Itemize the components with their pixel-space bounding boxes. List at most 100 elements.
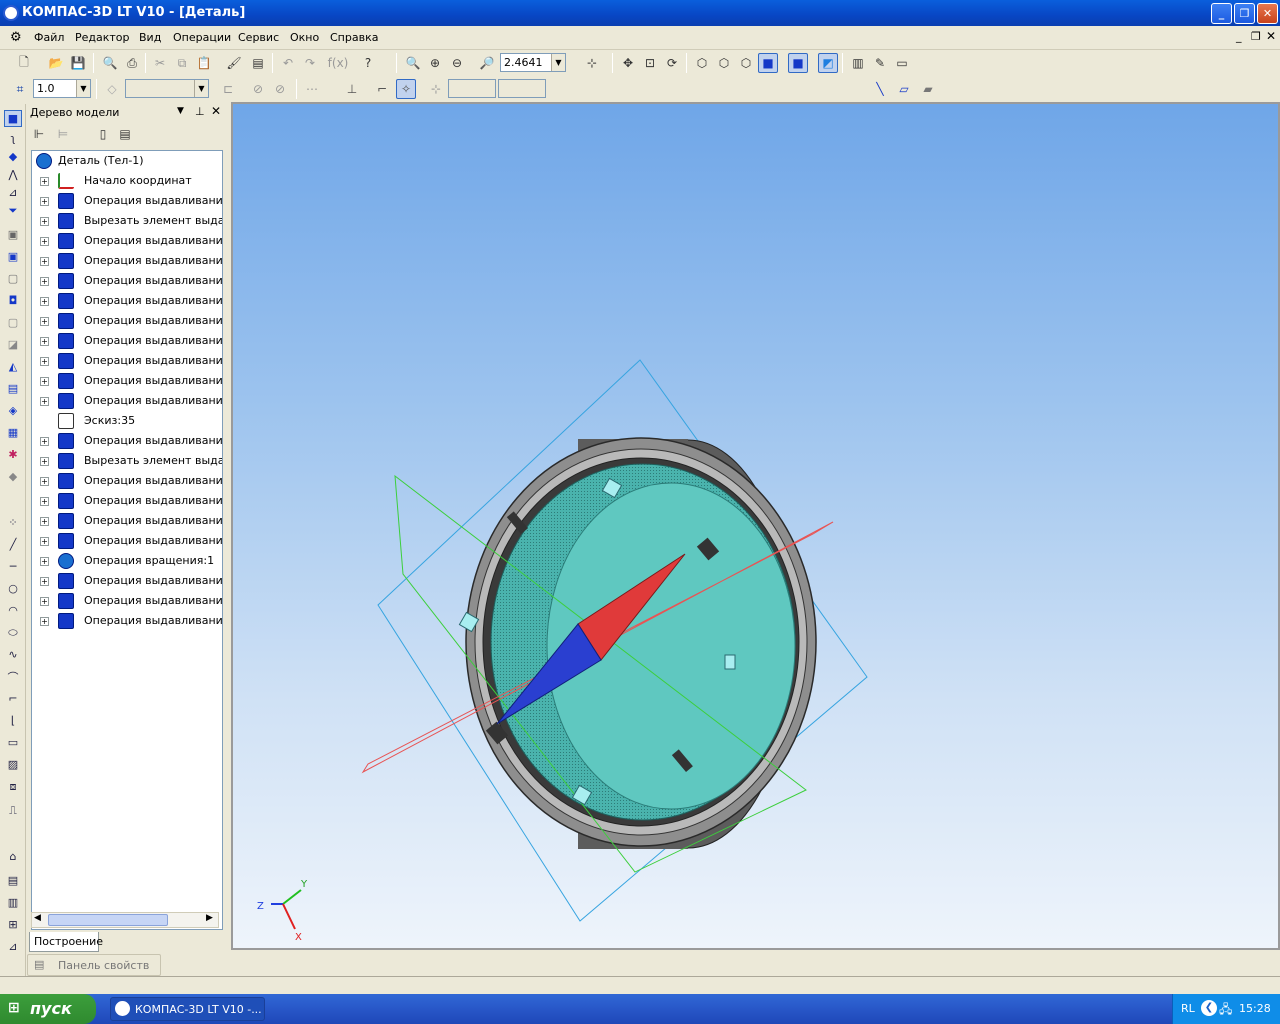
grid-icon[interactable]: ⋯	[302, 79, 322, 99]
mdi-close-icon[interactable]: ✕	[1266, 29, 1276, 43]
cursor-coords-icon[interactable]: ⊹	[426, 79, 446, 99]
expand-icon[interactable]: +	[40, 397, 49, 406]
expand-icon[interactable]: +	[40, 257, 49, 266]
open-file-icon[interactable]: 📂	[46, 53, 66, 73]
tree-item[interactable]: + Начало координат	[32, 171, 222, 191]
tree-item[interactable]: + Операция выдавливания:7	[32, 331, 222, 351]
collect-contour-icon[interactable]: ⎍	[4, 802, 22, 819]
spatial-curves-icon[interactable]: ʅ	[4, 130, 22, 147]
coordinate-system-icon[interactable]: ⊏	[218, 79, 238, 99]
expand-icon[interactable]: +	[40, 277, 49, 286]
line-tool-icon[interactable]: ╲	[870, 79, 890, 99]
new-file-icon[interactable]: 🗋	[14, 53, 34, 73]
layer-combo[interactable]: ▼	[125, 79, 209, 98]
expand-icon[interactable]: +	[40, 377, 49, 386]
kinematic-op-icon[interactable]: ▢	[4, 270, 22, 287]
tree-item[interactable]: + Операция выдавливания:5	[32, 291, 222, 311]
snaps-icon[interactable]: ✧	[396, 79, 416, 99]
menu-window[interactable]: Окно	[290, 31, 319, 44]
copy-icon[interactable]: ⧉	[172, 53, 192, 73]
tree-show-icon[interactable]: ▯	[93, 124, 113, 144]
pin-icon[interactable]: ⊥	[195, 105, 205, 118]
layer-icon[interactable]: ◇	[102, 79, 122, 99]
properties-panel-tab[interactable]: ▤ Панель свойств	[27, 954, 161, 976]
wireframe-icon[interactable]: ⬡	[692, 53, 712, 73]
rotate-icon[interactable]: ⟳	[662, 53, 682, 73]
scroll-left-icon[interactable]: ◀	[34, 913, 41, 923]
expand-icon[interactable]: +	[40, 317, 49, 326]
expand-icon[interactable]: +	[40, 577, 49, 586]
expand-icon[interactable]: +	[40, 497, 49, 506]
chamfer-sketch-icon[interactable]: ⌊	[4, 712, 22, 729]
shell-icon[interactable]: ▤	[4, 380, 22, 397]
expand-icon[interactable]: +	[40, 217, 49, 226]
panel-menu-icon[interactable]: ▼	[177, 106, 184, 116]
model-view[interactable]: Y Z X	[233, 104, 1280, 950]
polyline-icon[interactable]: ⌒	[4, 668, 22, 685]
tree-item[interactable]: + Операция выдавливания:2	[32, 431, 222, 451]
revolve-op-icon[interactable]: ▣	[4, 248, 22, 265]
tree-structure-icon[interactable]: ⊩	[29, 124, 49, 144]
manager-icon[interactable]: ▥	[848, 53, 868, 73]
menu-view[interactable]: Вид	[139, 31, 161, 44]
home-icon[interactable]: ⌂	[4, 848, 22, 865]
fillet-sketch-icon[interactable]: ⌐	[4, 690, 22, 707]
spline-icon[interactable]: ∿	[4, 646, 22, 663]
expand-icon[interactable]: +	[40, 597, 49, 606]
tree-hide-icon[interactable]: ▤	[115, 124, 135, 144]
shaded-icon[interactable]: ■	[758, 53, 778, 73]
arc-icon[interactable]: ◠	[4, 602, 22, 619]
help-pointer-icon[interactable]: ?	[358, 53, 378, 73]
loft-op-icon[interactable]: ◘	[4, 292, 22, 309]
local-cs-icon[interactable]: ⊘	[270, 79, 290, 99]
step-combo[interactable]: 1.0 ▼	[33, 79, 91, 98]
hole-icon[interactable]: ✱	[4, 446, 22, 463]
chamfer-icon[interactable]: ◭	[4, 358, 22, 375]
format-brush-icon[interactable]: 🖌	[224, 53, 244, 73]
perspective-icon[interactable]: ◩	[818, 53, 838, 73]
document-icon[interactable]: ⚙	[10, 30, 22, 45]
dimensions-icon[interactable]: ⊿	[4, 938, 22, 955]
tree-item[interactable]: + Операция выдавливания:3	[32, 611, 222, 631]
surfaces-icon[interactable]: ◆	[4, 148, 22, 165]
taskbar-item[interactable]: КОМПАС-3D LT V10 -...	[110, 997, 265, 1021]
expand-icon[interactable]: +	[40, 517, 49, 526]
tree-item[interactable]: + Операция выдавливания:2	[32, 571, 222, 591]
shaded-edges-icon[interactable]: ■	[788, 53, 808, 73]
filter-icon[interactable]: ⏷	[4, 202, 22, 219]
tree-item[interactable]: + Операция выдавливания:1	[32, 191, 222, 211]
chevron-down-icon[interactable]: ▼	[551, 54, 565, 71]
zoom-window-icon[interactable]: 🔍	[403, 53, 423, 73]
print-icon[interactable]: ⎙	[122, 53, 142, 73]
tree-root[interactable]: Деталь (Тел-1)	[32, 151, 222, 171]
surface-icon[interactable]: ▰	[918, 79, 938, 99]
menu-operations[interactable]: Операции	[173, 31, 231, 44]
point-icon[interactable]: ⁘	[4, 514, 22, 531]
expand-icon[interactable]: +	[40, 197, 49, 206]
hidden-lines-icon[interactable]: ⬡	[714, 53, 734, 73]
tree-item[interactable]: + Операция выдавливания:9	[32, 371, 222, 391]
menu-edit[interactable]: Редактор	[75, 31, 130, 44]
specification-icon[interactable]: ▤	[4, 872, 22, 889]
mdi-restore-icon[interactable]: ❐	[1251, 30, 1261, 43]
tree-item[interactable]: + Операция выдавливания:8	[32, 351, 222, 371]
redo-icon[interactable]: ↷	[300, 53, 320, 73]
chevron-down-icon[interactable]: ▼	[76, 80, 90, 97]
scroll-thumb[interactable]	[48, 914, 168, 926]
tree-item[interactable]: + Операция выдавливания:3	[32, 591, 222, 611]
cut-op-icon[interactable]: ▢	[4, 314, 22, 331]
insert-icon[interactable]: ⊞	[4, 916, 22, 933]
expand-icon[interactable]: +	[40, 297, 49, 306]
expand-icon[interactable]: +	[40, 177, 49, 186]
expand-icon[interactable]: +	[40, 337, 49, 346]
extrude-op-icon[interactable]: ▣	[4, 226, 22, 243]
reports-icon[interactable]: ▥	[4, 894, 22, 911]
menu-file[interactable]: Файл	[34, 31, 64, 44]
expand-icon[interactable]: +	[40, 537, 49, 546]
cut-icon[interactable]: ✂	[150, 53, 170, 73]
save-icon[interactable]: 💾	[68, 53, 88, 73]
array-icon[interactable]: ▦	[4, 424, 22, 441]
panel-icon[interactable]: ▭	[892, 53, 912, 73]
function-icon[interactable]: f(x)	[328, 53, 349, 73]
tab-build[interactable]: Построение	[29, 932, 103, 952]
